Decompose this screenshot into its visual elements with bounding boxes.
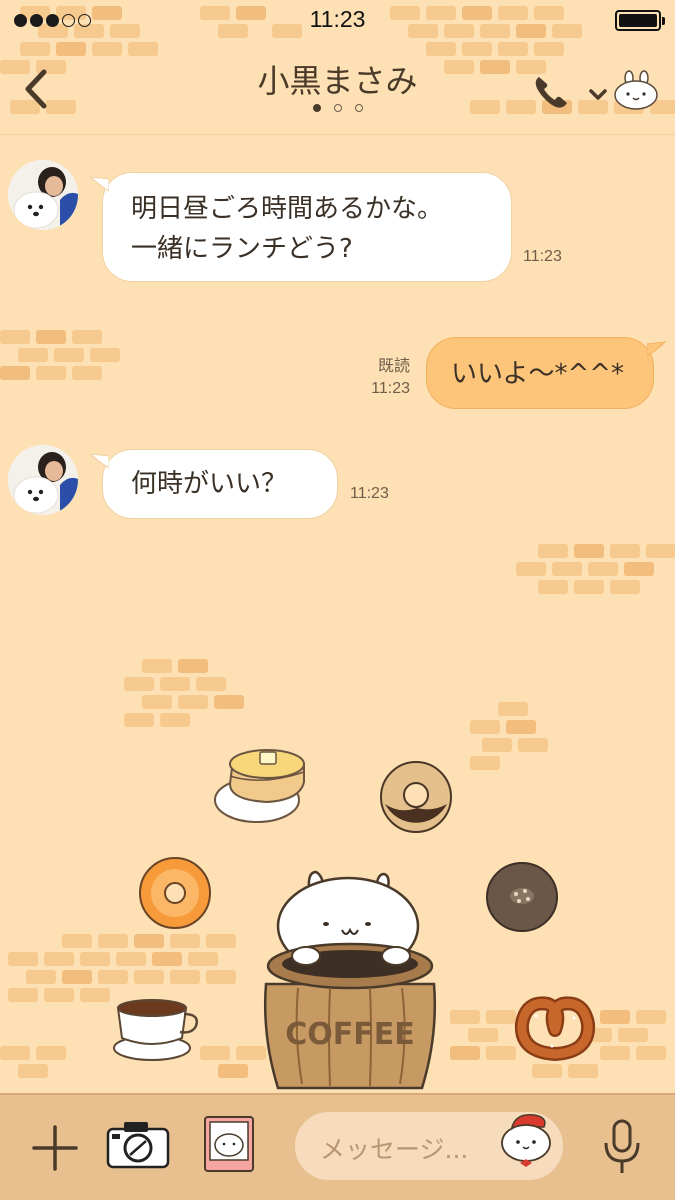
orange-donut-illustration xyxy=(139,857,211,929)
camera-icon[interactable] xyxy=(106,1119,170,1169)
bunny-face-icon[interactable] xyxy=(612,70,660,110)
page-dot xyxy=(333,104,342,112)
message-bubble-outgoing[interactable]: いいよ〜*^^* xyxy=(426,337,667,409)
read-label: 既読 xyxy=(377,356,410,375)
chocolate-donut-illustration xyxy=(380,761,452,833)
plus-icon[interactable] xyxy=(30,1123,80,1173)
pancake-illustration xyxy=(214,749,305,823)
read-receipt: 既読 11:23 xyxy=(350,352,410,398)
message-text: 明日昼ごろ時間あるかな。 xyxy=(131,194,444,224)
battery-icon xyxy=(615,10,665,31)
message-text: いいよ〜*^^* xyxy=(451,359,625,389)
chevron-down-icon[interactable] xyxy=(588,88,608,102)
brick-pattern-right xyxy=(510,540,675,610)
phone-icon[interactable] xyxy=(532,74,570,110)
message-input-bar: メッセージ... xyxy=(0,1093,675,1200)
brick-pattern-center-right xyxy=(470,700,570,780)
message-time: 11:23 xyxy=(523,248,562,265)
message-time: 11:23 xyxy=(350,485,389,502)
sticker-icon[interactable] xyxy=(203,1115,255,1173)
status-bar: 11:23 xyxy=(0,0,675,40)
page-indicator xyxy=(0,104,675,112)
chat-title[interactable]: 小黒まさみ xyxy=(0,56,675,102)
message-text: 一緒にランチどう? xyxy=(131,234,353,264)
page-dot xyxy=(312,104,321,112)
message-time: 11:23 xyxy=(371,380,410,397)
microphone-icon[interactable] xyxy=(602,1119,642,1177)
coffee-cup-illustration xyxy=(113,999,198,1061)
message-bubble-incoming[interactable]: 明日昼ごろ時間あるかな。 一緒にランチどう? xyxy=(89,172,512,282)
bunny-emoji-icon[interactable] xyxy=(498,1111,558,1169)
bunny-in-barrel-illustration: COFFEE xyxy=(263,870,437,1090)
brick-pattern-left xyxy=(0,325,130,395)
message-text: 何時がいい？ xyxy=(131,469,288,499)
chat-header: 小黒まさみ xyxy=(0,40,675,135)
page-dot xyxy=(354,104,363,112)
message-input-placeholder: メッセージ... xyxy=(320,1135,469,1164)
barrel-label: COFFEE xyxy=(285,1017,415,1052)
message-bubble-incoming[interactable]: 何時がいい？ xyxy=(89,449,338,519)
status-time: 11:23 xyxy=(309,6,366,32)
glazed-donut-illustration xyxy=(486,862,558,932)
contact-avatar[interactable] xyxy=(8,160,78,230)
brick-pattern-middle xyxy=(120,655,260,735)
pretzel-illustration xyxy=(514,996,596,1061)
contact-avatar[interactable] xyxy=(8,445,78,515)
